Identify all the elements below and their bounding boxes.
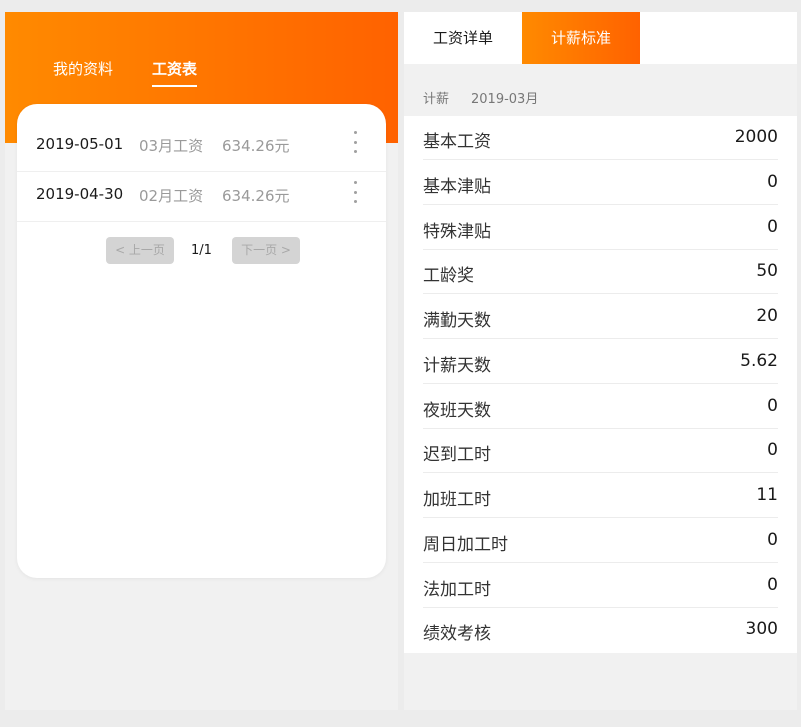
payroll-row[interactable]: 2019-04-30 02月工资 634.26元 bbox=[17, 171, 386, 222]
salary-detail-table: 基本工资 2000 基本津贴 0 特殊津贴 0 工龄奖 50 满勤天数 20 计薪天数 5.62 夜班天… bbox=[404, 116, 797, 653]
detail-value: 0 bbox=[767, 216, 778, 237]
detail-tabbar: 工资详单 计薪标准 bbox=[404, 12, 797, 64]
detail-label: 计薪天数 bbox=[423, 355, 491, 376]
detail-value: 0 bbox=[767, 395, 778, 416]
prev-page-button[interactable]: < 上一页 bbox=[106, 237, 174, 264]
tab-salary-detail[interactable]: 工资详单 bbox=[404, 12, 522, 64]
payroll-date: 2019-05-01 bbox=[36, 135, 124, 153]
detail-row: 周日加工时 0 bbox=[404, 519, 797, 563]
detail-row: 基本津贴 0 bbox=[404, 161, 797, 205]
detail-row: 特殊津贴 0 bbox=[404, 206, 797, 250]
payroll-card: 2019-05-01 03月工资 634.26元 2019-04-30 02月工… bbox=[17, 104, 386, 578]
detail-row: 加班工时 11 bbox=[404, 474, 797, 518]
salary-list-panel: 我的资料 工资表 2019-05-01 03月工资 634.26元 2019-0… bbox=[5, 12, 398, 710]
detail-value: 0 bbox=[767, 574, 778, 595]
pay-period: 2019-03月 bbox=[471, 92, 539, 107]
detail-row: 夜班天数 0 bbox=[404, 385, 797, 429]
detail-label: 加班工时 bbox=[423, 490, 491, 510]
detail-row: 满勤天数 20 bbox=[404, 295, 797, 339]
detail-label: 基本津贴 bbox=[423, 176, 491, 197]
tab-payroll[interactable]: 工资表 bbox=[152, 58, 198, 87]
tab-my-profile[interactable]: 我的资料 bbox=[53, 58, 113, 79]
detail-label: 满勤天数 bbox=[423, 311, 491, 331]
detail-value: 20 bbox=[756, 306, 778, 326]
meta-label: 计薪 bbox=[423, 92, 450, 107]
detail-value: 2000 bbox=[734, 127, 778, 147]
detail-label: 工龄奖 bbox=[423, 266, 474, 287]
page-indicator: 1/1 bbox=[191, 243, 212, 258]
detail-value: 50 bbox=[756, 261, 778, 282]
detail-value: 11 bbox=[756, 485, 778, 505]
tab-pay-standard[interactable]: 计薪标准 bbox=[522, 12, 640, 64]
detail-value: 0 bbox=[767, 440, 778, 461]
detail-label: 基本工资 bbox=[423, 132, 491, 152]
payroll-month: 02月工资 bbox=[139, 187, 204, 205]
detail-value: 300 bbox=[745, 619, 778, 640]
detail-value: 5.62 bbox=[740, 350, 778, 371]
detail-label: 周日加工时 bbox=[423, 534, 508, 555]
detail-label: 特殊津贴 bbox=[423, 221, 491, 242]
salary-detail-panel: 工资详单 计薪标准 计薪 2019-03月 基本工资 2000 基本津贴 0 特殊津贴 0… bbox=[404, 12, 797, 710]
payroll-amount: 634.26元 bbox=[222, 187, 290, 205]
detail-value: 0 bbox=[767, 171, 778, 192]
payroll-row[interactable]: 2019-05-01 03月工资 634.26元 bbox=[17, 121, 386, 172]
detail-value: 0 bbox=[767, 529, 778, 550]
detail-row: 工龄奖 50 bbox=[404, 250, 797, 295]
more-options-icon[interactable] bbox=[352, 181, 358, 203]
detail-row: 计薪天数 5.62 bbox=[404, 340, 797, 384]
payroll-month: 03月工资 bbox=[139, 137, 204, 155]
detail-row: 绩效考核 300 bbox=[404, 608, 797, 652]
detail-row: 迟到工时 0 bbox=[404, 429, 797, 474]
detail-label: 迟到工时 bbox=[423, 445, 491, 466]
payroll-amount: 634.26元 bbox=[222, 137, 290, 155]
detail-row: 法加工时 0 bbox=[404, 564, 797, 608]
more-options-icon[interactable] bbox=[352, 131, 358, 153]
detail-label: 夜班天数 bbox=[423, 400, 491, 421]
detail-row: 基本工资 2000 bbox=[404, 116, 797, 160]
detail-label: 绩效考核 bbox=[423, 624, 491, 645]
next-page-button[interactable]: 下一页 > bbox=[232, 237, 300, 264]
payroll-date: 2019-04-30 bbox=[36, 185, 124, 203]
detail-label: 法加工时 bbox=[423, 579, 491, 600]
